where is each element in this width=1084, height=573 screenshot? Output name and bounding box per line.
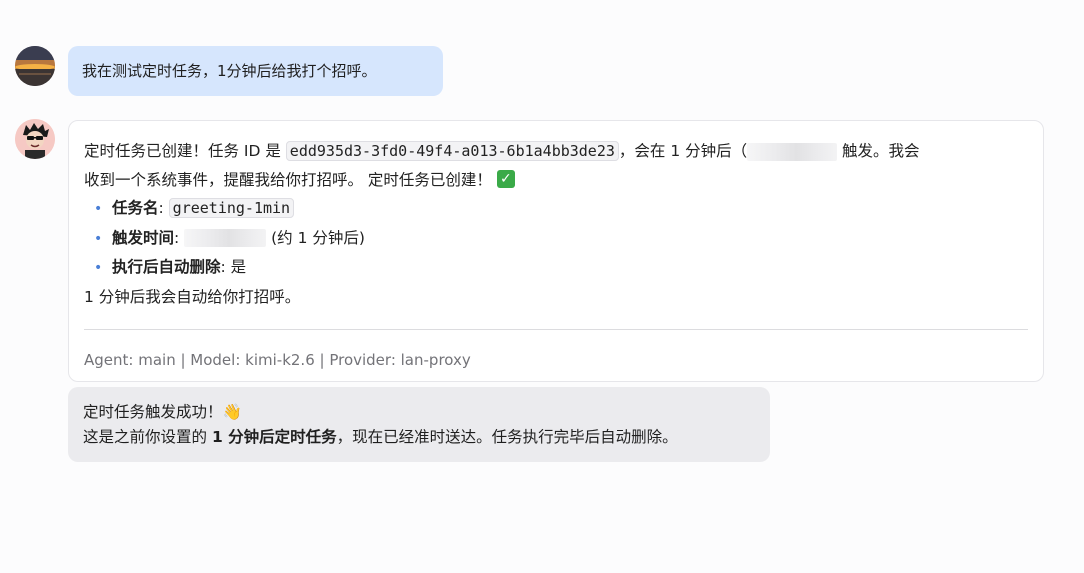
system-event-text: 收到一个系统事件，提醒我给你打招呼。 定时任务已创建！ (84, 170, 492, 189)
assistant-line-1: 定时任务已创建！任务 ID 是 edd935d3-3fd0-49f4-a013-… (84, 137, 1028, 166)
waving-hand-icon: 👋 (222, 403, 242, 421)
detail-trigger-time: • 触发时间: (约 1 分钟后) (84, 224, 1028, 254)
detail-label: 执行后自动删除 (112, 258, 221, 276)
detail-label: 触发时间 (112, 228, 175, 247)
assistant-line-2: 收到一个系统事件，提醒我给你打招呼。 定时任务已创建！ ✓ (84, 166, 1028, 195)
auto-delete-value: 是 (230, 258, 247, 276)
closing-text: 1 分钟后我会自动给你打招呼。 (84, 287, 301, 306)
assistant-message-card: 定时任务已创建！任务 ID 是 edd935d3-3fd0-49f4-a013-… (68, 120, 1044, 382)
bullet-icon: • (94, 230, 103, 247)
trigger-time-value: (约 1 分钟后) (271, 228, 365, 247)
assistant-avatar (15, 119, 55, 159)
cartoon-character-icon (15, 119, 55, 159)
check-mark-icon: ✓ (496, 169, 515, 188)
notification-bold: 1 分钟后定时任务 (211, 427, 337, 446)
detail-task-name: • 任务名: greeting-1min (84, 194, 1028, 224)
notification-prefix: 这是之前你设置的 (83, 427, 212, 446)
user-avatar (15, 46, 55, 86)
bullet-icon: • (94, 260, 103, 276)
message-meta: Agent: main | Model: kimi-k2.6 | Provide… (84, 351, 471, 369)
confirmation-text: 定时任务已创建！任务 ID 是 (84, 142, 286, 160)
detail-auto-delete: • 执行后自动删除: 是 (84, 253, 1028, 283)
notification-suffix: ，现在已经准时送达。任务执行完毕后自动删除。 (336, 427, 678, 446)
trigger-text: ，会在 1 分钟后（ (618, 142, 748, 160)
redacted-time (184, 229, 267, 247)
detail-label: 任务名 (112, 199, 159, 217)
user-message-bubble: 我在测试定时任务，1分钟后给我打个招呼。 (68, 46, 443, 96)
notification-line-2: 这是之前你设置的 1 分钟后定时任务，现在已经准时送达。任务执行完毕后自动删除。 (83, 425, 755, 450)
user-message-text: 我在测试定时任务，1分钟后给我打个招呼。 (82, 62, 377, 80)
notification-line-1: 定时任务触发成功！👋 (83, 400, 755, 425)
bullet-icon: • (94, 201, 103, 217)
task-notification-bubble: 定时任务触发成功！👋 这是之前你设置的 1 分钟后定时任务，现在已经准时送达。任… (68, 387, 770, 462)
redacted-time (747, 142, 838, 161)
trigger-suffix: 触发。我会 (837, 142, 920, 160)
task-name-value: greeting-1min (168, 198, 295, 218)
task-id: edd935d3-3fd0-49f4-a013-6b1a4bb3de23 (285, 141, 619, 161)
sunset-avatar-icon (15, 46, 55, 86)
notification-title: 定时任务触发成功！ (83, 403, 223, 421)
divider (84, 329, 1028, 330)
